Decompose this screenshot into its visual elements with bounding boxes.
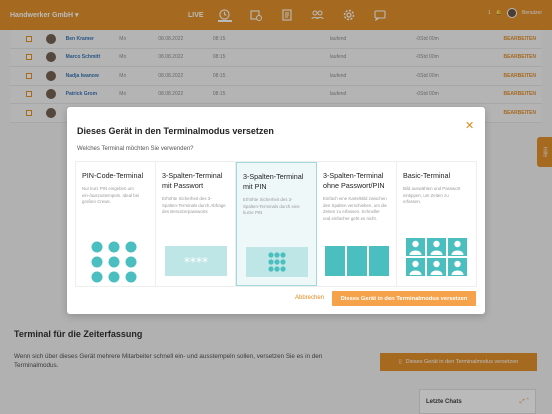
cancel-button[interactable]: Abbrechen [295,295,324,301]
user-tiles-illustration [406,238,467,276]
confirm-terminal-mode-button[interactable]: Dieses Gerät in den Terminalmodus verset… [332,291,476,306]
option-description: Einfach eine Karte/Bild zwischen den Spa… [323,196,387,221]
person-head [433,240,440,248]
option-three-column-pin[interactable]: 3-Spalten-Terminal mit PIN Erhöhte Siche… [236,162,317,286]
option-description: Nur kurz PIN eingeben um ein-/auszustemp… [82,186,140,204]
pin-illustration [246,247,308,277]
option-pin-terminal[interactable]: PIN-Code-Terminal Nur kurz PIN eingeben … [76,162,156,286]
option-title: Basic-Terminal [403,171,451,180]
option-title: 3-Spalten-Terminal mit Passwort [162,171,223,190]
columns-illustration [325,246,389,276]
password-illustration: **** [165,246,227,276]
option-description: Erhöhte Sicherheit des 3-Spalten-Termina… [162,196,226,214]
person-head [454,260,461,268]
option-title: 3-Spalten-Terminal mit PIN [243,172,304,191]
option-title: PIN-Code-Terminal [82,171,144,180]
close-icon[interactable]: ✕ [465,119,474,132]
person-head [412,240,419,248]
option-title: 3-Spalten-Terminal ohne Passwort/PIN [323,171,385,190]
keypad-illustration [91,241,137,283]
option-three-column-password[interactable]: 3-Spalten-Terminal mit Passwort Erhöhte … [156,162,236,286]
option-basic-terminal[interactable]: Basic-Terminal Bild auswählen und Passwo… [397,162,476,286]
option-description: Erhöhte Sicherheit des 3-Spalten-Termina… [243,197,300,215]
person-head [454,240,461,248]
terminal-mode-dialog: Dieses Gerät in den Terminalmodus verset… [67,107,485,314]
person-head [433,260,440,268]
person-head [412,260,419,268]
option-description: Bild auswählen und Passwort eintippen, u… [403,186,461,204]
dialog-question: Welches Terminal möchten Sie verwenden? [77,146,194,152]
password-mask: **** [184,255,208,269]
option-three-column-open[interactable]: 3-Spalten-Terminal ohne Passwort/PIN Ein… [317,162,397,286]
dialog-title: Dieses Gerät in den Terminalmodus verset… [77,126,274,136]
terminal-options: PIN-Code-Terminal Nur kurz PIN eingeben … [75,161,477,287]
